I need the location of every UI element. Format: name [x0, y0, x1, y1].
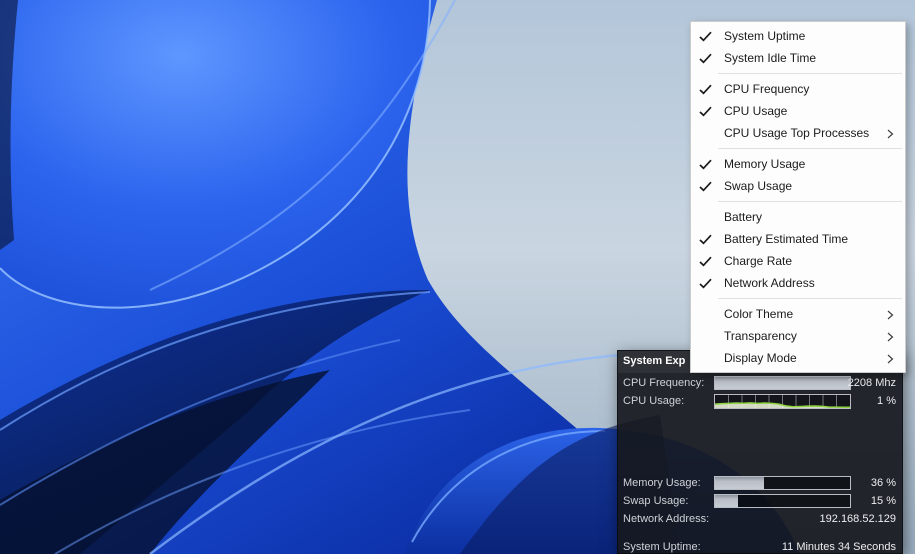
checkmark-icon [699, 278, 712, 289]
checkmark-icon [699, 106, 712, 117]
memory-usage-bar-fill [715, 477, 764, 489]
menu-item-label: Transparency [724, 329, 887, 343]
system-uptime-label: System Uptime: [623, 541, 701, 553]
menu-item-label: Display Mode [724, 351, 887, 365]
menu-separator [718, 73, 902, 74]
menu-item-label: Memory Usage [724, 157, 887, 171]
menu-item-system-idle-time[interactable]: System Idle Time [691, 47, 905, 69]
monitor-options-context-menu: System Uptime System Idle Time CPU Frequ… [690, 21, 906, 373]
cpu-frequency-bar [714, 376, 851, 390]
menu-item-label: Charge Rate [724, 254, 887, 268]
system-uptime-row: System Uptime: 11 Minutes 34 Seconds [618, 540, 902, 554]
checkmark-icon [699, 181, 712, 192]
cpu-usage-row: CPU Usage: 1 % [618, 394, 902, 410]
menu-item-label: CPU Usage [724, 104, 887, 118]
cpu-frequency-row: CPU Frequency: 2208 Mhz [618, 376, 902, 392]
menu-item-label: System Idle Time [724, 51, 887, 65]
menu-item-network-address[interactable]: Network Address [691, 272, 905, 294]
swap-usage-bar [714, 494, 851, 508]
menu-separator [718, 298, 902, 299]
system-uptime-value: 11 Minutes 34 Seconds [782, 541, 896, 553]
network-address-row: Network Address: 192.168.52.129 [618, 512, 902, 528]
submenu-arrow-icon [887, 309, 894, 319]
cpu-frequency-bar-fill [715, 377, 850, 389]
checkmark-icon [699, 84, 712, 95]
swap-usage-bar-fill [715, 495, 738, 507]
swap-usage-label: Swap Usage: [623, 495, 688, 507]
menu-item-transparency[interactable]: Transparency [691, 325, 905, 347]
network-address-label: Network Address: [623, 513, 709, 525]
menu-item-label: CPU Usage Top Processes [724, 126, 887, 140]
submenu-arrow-icon [887, 353, 894, 363]
memory-usage-label: Memory Usage: [623, 477, 701, 489]
menu-item-display-mode[interactable]: Display Mode [691, 347, 905, 369]
checkmark-icon [699, 234, 712, 245]
checkmark-icon [699, 31, 712, 42]
cpu-usage-value: 1 % [877, 395, 896, 407]
swap-usage-value: 15 % [871, 495, 896, 507]
menu-item-swap-usage[interactable]: Swap Usage [691, 175, 905, 197]
menu-item-label: Network Address [724, 276, 887, 290]
menu-item-system-uptime[interactable]: System Uptime [691, 25, 905, 47]
submenu-arrow-icon [887, 128, 894, 138]
system-monitor-panel[interactable]: System Exp CPU Frequency: 2208 Mhz CPU U… [617, 350, 903, 554]
menu-item-label: CPU Frequency [724, 82, 887, 96]
menu-item-cpu-usage-top-processes[interactable]: CPU Usage Top Processes [691, 122, 905, 144]
checkmark-icon [699, 256, 712, 267]
desktop-screen: System Exp CPU Frequency: 2208 Mhz CPU U… [0, 0, 915, 554]
memory-usage-row: Memory Usage: 36 % [618, 476, 902, 492]
checkmark-icon [699, 159, 712, 170]
checkmark-icon [699, 53, 712, 64]
cpu-usage-label: CPU Usage: [623, 395, 684, 407]
menu-item-memory-usage[interactable]: Memory Usage [691, 153, 905, 175]
menu-item-battery[interactable]: Battery [691, 206, 905, 228]
network-address-value: 192.168.52.129 [820, 513, 896, 525]
menu-item-label: Battery [724, 210, 887, 224]
cpu-frequency-value: 2208 Mhz [848, 377, 896, 389]
menu-item-battery-estimated-time[interactable]: Battery Estimated Time [691, 228, 905, 250]
memory-usage-bar [714, 476, 851, 490]
swap-usage-row: Swap Usage: 15 % [618, 494, 902, 510]
menu-item-color-theme[interactable]: Color Theme [691, 303, 905, 325]
menu-item-label: Color Theme [724, 307, 887, 321]
menu-item-cpu-frequency[interactable]: CPU Frequency [691, 78, 905, 100]
cpu-frequency-label: CPU Frequency: [623, 377, 704, 389]
cpu-usage-graph [714, 394, 851, 409]
menu-item-charge-rate[interactable]: Charge Rate [691, 250, 905, 272]
menu-item-label: System Uptime [724, 29, 887, 43]
menu-item-cpu-usage[interactable]: CPU Usage [691, 100, 905, 122]
menu-separator [718, 148, 902, 149]
menu-item-label: Swap Usage [724, 179, 887, 193]
submenu-arrow-icon [887, 331, 894, 341]
panel-title: System Exp [623, 355, 685, 367]
memory-usage-value: 36 % [871, 477, 896, 489]
menu-item-label: Battery Estimated Time [724, 232, 887, 246]
menu-separator [718, 201, 902, 202]
